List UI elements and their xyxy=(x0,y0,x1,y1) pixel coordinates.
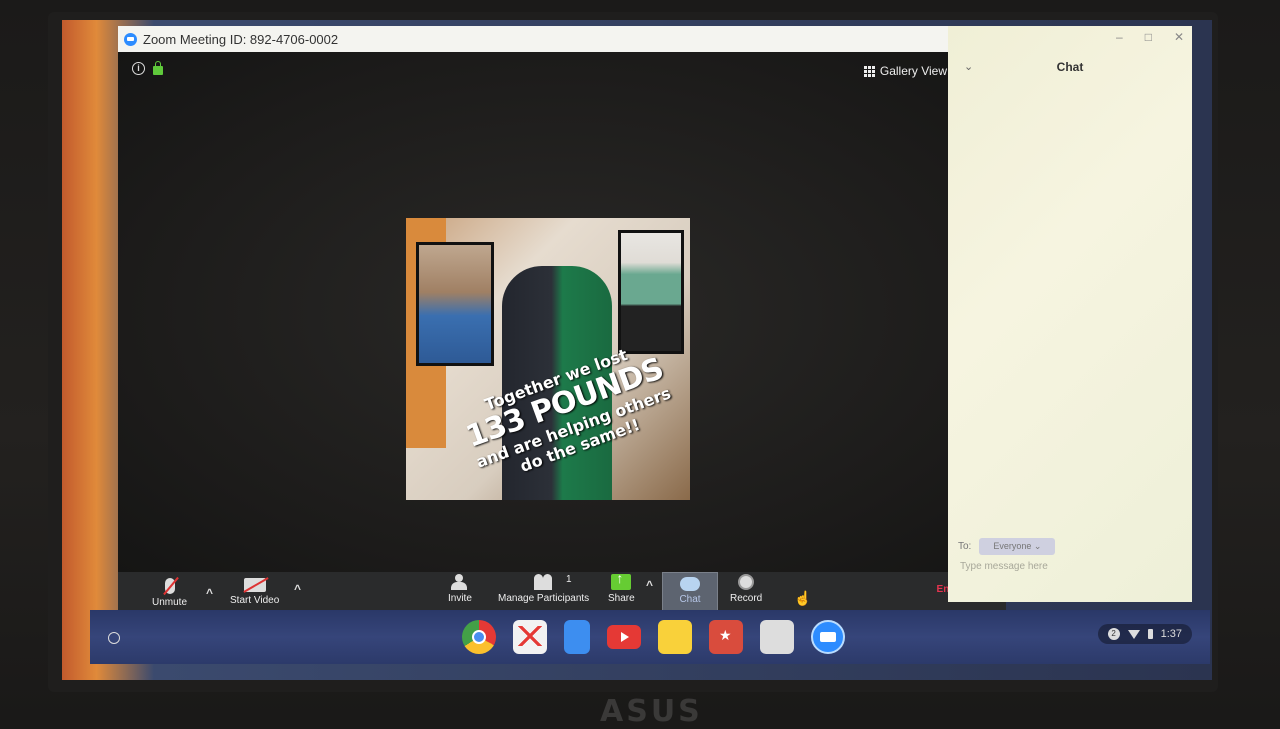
gallery-view-button[interactable]: Gallery View xyxy=(863,64,947,78)
invite-person-icon xyxy=(450,574,469,590)
gallery-view-label: Gallery View xyxy=(879,64,947,78)
audio-options-caret-icon[interactable]: ^ xyxy=(206,586,213,600)
encryption-lock-icon[interactable] xyxy=(153,60,163,75)
meeting-info-icon[interactable]: i xyxy=(132,62,145,75)
screen: Zoom Meeting ID: 892-4706-0002 i Gallery… xyxy=(62,20,1212,680)
bookmark-manager-app-icon[interactable] xyxy=(709,620,743,654)
video-off-icon xyxy=(243,578,266,592)
docs-app-icon[interactable] xyxy=(564,620,590,654)
start-video-button[interactable]: Start Video xyxy=(230,578,279,606)
video-options-caret-icon[interactable]: ^ xyxy=(294,582,301,596)
meeting-toolbar: Unmute ^ Start Video ^ Invite 1 Manage P… xyxy=(118,570,1006,612)
keep-app-icon[interactable] xyxy=(658,620,692,654)
chrome-app-icon[interactable] xyxy=(462,620,496,654)
window-title: Zoom Meeting ID: 892-4706-0002 xyxy=(143,31,339,47)
notification-count: 2 xyxy=(1107,628,1120,640)
to-label: To: xyxy=(958,541,972,552)
zoom-logo-icon xyxy=(124,32,137,46)
youtube-app-icon[interactable] xyxy=(607,625,641,649)
chat-bubble-icon xyxy=(680,577,700,591)
record-icon xyxy=(738,574,755,590)
gmail-app-icon[interactable] xyxy=(513,620,547,654)
minimize-icon[interactable]: – xyxy=(1116,30,1123,44)
hand-cursor-icon: ☝ xyxy=(794,590,812,606)
chat-title: Chat xyxy=(1056,60,1084,74)
monitor-brand-logo: ASUS xyxy=(600,694,703,729)
participants-icon xyxy=(532,574,556,590)
launcher-icon[interactable] xyxy=(108,632,120,644)
share-screen-icon xyxy=(611,570,632,590)
unmute-button[interactable]: Unmute xyxy=(152,578,187,608)
share-button[interactable]: Share xyxy=(608,570,635,604)
before-photo-man xyxy=(416,242,494,366)
mic-muted-icon xyxy=(164,578,175,594)
chat-message-input[interactable] xyxy=(958,560,1182,573)
maximize-icon[interactable]: □ xyxy=(1145,30,1152,44)
grid-icon xyxy=(863,66,875,78)
close-icon[interactable]: ✕ xyxy=(1174,30,1184,44)
chat-button[interactable]: Chat xyxy=(662,572,718,612)
shared-screen-content: Together we lost 133 POUNDS and are help… xyxy=(406,218,690,500)
participant-count: 1 xyxy=(566,574,572,585)
battery-icon xyxy=(1147,629,1153,639)
wifi-icon xyxy=(1127,629,1140,639)
title-bar: Zoom Meeting ID: 892-4706-0002 xyxy=(118,26,1006,52)
recipient-dropdown[interactable]: Everyone ⌄ xyxy=(979,538,1056,555)
manage-participants-button[interactable]: 1 Manage Participants xyxy=(498,574,589,604)
zoom-meeting-window: Zoom Meeting ID: 892-4706-0002 i Gallery… xyxy=(118,26,1006,612)
chat-window: – □ ✕ ⌄ Chat To: Everyone ⌄ xyxy=(948,26,1192,602)
share-options-caret-icon[interactable]: ^ xyxy=(646,578,653,592)
zoom-app-icon[interactable] xyxy=(811,620,845,654)
chrome-apps-icon[interactable] xyxy=(760,620,794,654)
record-button[interactable]: Record xyxy=(730,574,762,604)
status-tray[interactable]: 2 1:37 xyxy=(1097,624,1192,644)
video-area: i Gallery View Together we lost 133 POUN… xyxy=(118,52,1006,590)
invite-button[interactable]: Invite xyxy=(448,574,472,604)
clock: 1:37 xyxy=(1160,628,1182,640)
chromeos-shelf: 2 1:37 xyxy=(90,610,1210,664)
